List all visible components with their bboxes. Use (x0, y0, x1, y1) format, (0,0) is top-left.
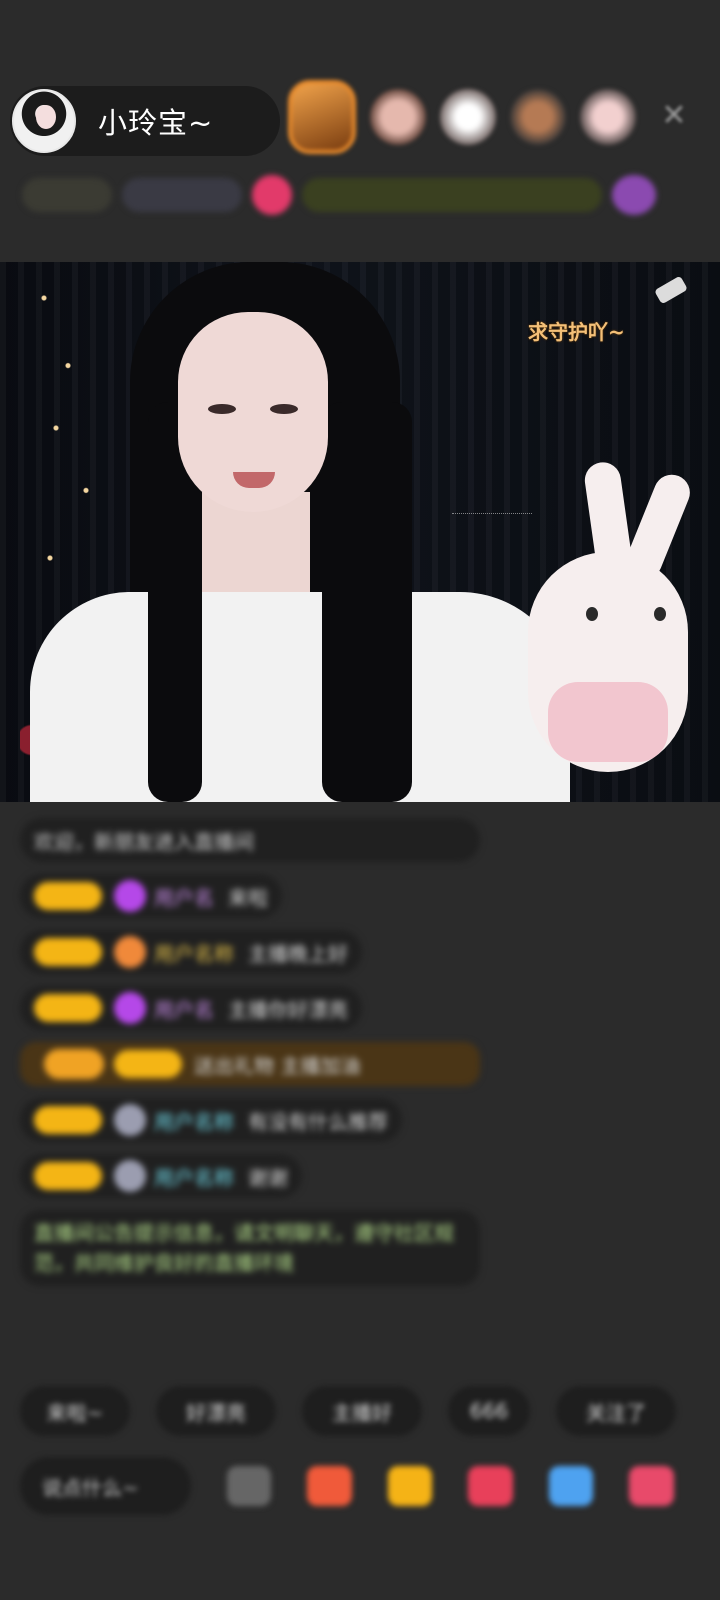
chat-text: 主播晚上好 (248, 941, 348, 966)
chat-message[interactable]: 用户名称 主播晚上好 (20, 930, 362, 974)
gift-text: 送出礼物 主播加油 (194, 1053, 361, 1078)
video-overlay-text: 求守护吖~ (528, 320, 625, 344)
badge-icon (114, 1104, 146, 1136)
bunny-eye-right (654, 607, 666, 621)
system-announcement: 直播间公告提示信息，请文明聊天，遵守社区规范，共同维护良好的直播环境 (20, 1210, 480, 1286)
gift-badge (44, 1049, 104, 1079)
host-info-pill[interactable]: 小玲宝~ (10, 86, 280, 156)
quick-reply-row: 来啦~ 好漂亮 主播好 666 关注了 (20, 1386, 720, 1438)
streamer-face (178, 312, 328, 512)
game-icon[interactable] (548, 1466, 594, 1506)
notice-text: 欢迎，新朋友进入直播间 (34, 829, 254, 854)
chat-notice: 欢迎，新朋友进入直播间 (20, 818, 480, 862)
bunny-eye-left (586, 607, 598, 621)
level-badge (34, 1162, 102, 1190)
bottom-action-bar: 说点什么~ (20, 1456, 710, 1516)
heart-icon[interactable] (468, 1466, 513, 1506)
chat-text: 谢谢 (248, 1165, 288, 1190)
badge-icon (114, 1160, 146, 1192)
chat-message[interactable]: 用户名 主播你好漂亮 (20, 986, 362, 1030)
streamer-top (30, 592, 570, 802)
quick-reply-button[interactable]: 好漂亮 (156, 1386, 276, 1436)
quick-reply-button[interactable]: 主播好 (302, 1386, 422, 1436)
viewer-avatar-1[interactable] (288, 80, 356, 154)
level-badge (34, 1106, 102, 1134)
eye-right (270, 404, 298, 414)
quick-reply-button[interactable]: 666 (448, 1386, 530, 1436)
activity-banner[interactable] (302, 178, 602, 212)
host-avatar[interactable] (12, 89, 76, 153)
live-video[interactable]: 求守护吖~ (0, 262, 720, 802)
quick-reply-button[interactable]: 关注了 (556, 1386, 676, 1436)
gift-box-icon[interactable] (307, 1466, 352, 1506)
close-icon[interactable]: ✕ (656, 98, 692, 134)
chat-username[interactable]: 用户名称 (154, 1106, 234, 1135)
chat-message[interactable]: 用户名称 有没有什么推荐 (20, 1098, 402, 1142)
chat-username[interactable]: 用户名称 (154, 1162, 234, 1191)
rank-chip[interactable] (22, 178, 112, 212)
popularity-chip[interactable] (122, 178, 242, 212)
event-icon[interactable] (612, 175, 656, 215)
bunny-pants (548, 682, 668, 762)
viewer-avatar-3[interactable] (440, 89, 496, 145)
streamer-hair-right (322, 402, 412, 802)
viewer-avatar-5[interactable] (580, 89, 636, 145)
top-viewers-list (288, 80, 650, 154)
chat-text: 来啦 (228, 885, 268, 910)
gift-message[interactable]: 送出礼物 主播加油 (20, 1042, 480, 1086)
diamond-icon (114, 992, 146, 1024)
chat-username[interactable]: 用户名 (154, 882, 214, 911)
chat-username[interactable]: 用户名 (154, 994, 214, 1023)
diamond-icon (114, 880, 146, 912)
chat-username[interactable]: 用户名称 (154, 938, 234, 967)
level-badge (114, 1050, 182, 1078)
chat-list[interactable]: 欢迎，新朋友进入直播间 用户名 来啦 用户名称 主播晚上好 用户名 主播你好漂亮… (20, 818, 500, 1298)
viewer-avatar-2[interactable] (370, 89, 426, 145)
red-packet-icon[interactable] (387, 1466, 433, 1506)
follow-icon[interactable] (252, 175, 292, 215)
chat-message[interactable]: 用户名 来啦 (20, 874, 282, 918)
host-name: 小玲宝~ (98, 106, 214, 140)
level-badge (34, 882, 102, 910)
level-badge (34, 994, 102, 1022)
level-badge (34, 938, 102, 966)
badge-icon (114, 936, 146, 968)
signature-mark (452, 494, 532, 514)
viewer-avatar-4[interactable] (510, 89, 566, 145)
room-info-bar (22, 168, 698, 222)
mouth (233, 472, 275, 488)
eye-left (208, 404, 236, 414)
chat-message[interactable]: 用户名称 谢谢 (20, 1154, 302, 1198)
shop-icon[interactable] (629, 1466, 674, 1506)
more-icon[interactable] (226, 1466, 272, 1506)
chat-text: 有没有什么推荐 (248, 1109, 388, 1134)
quick-reply-button[interactable]: 来啦~ (20, 1386, 130, 1436)
chat-input[interactable]: 说点什么~ (20, 1457, 191, 1515)
announcement-text: 直播间公告提示信息，请文明聊天，遵守社区规范，共同维护良好的直播环境 (34, 1221, 454, 1275)
chat-text: 主播你好漂亮 (228, 997, 348, 1022)
